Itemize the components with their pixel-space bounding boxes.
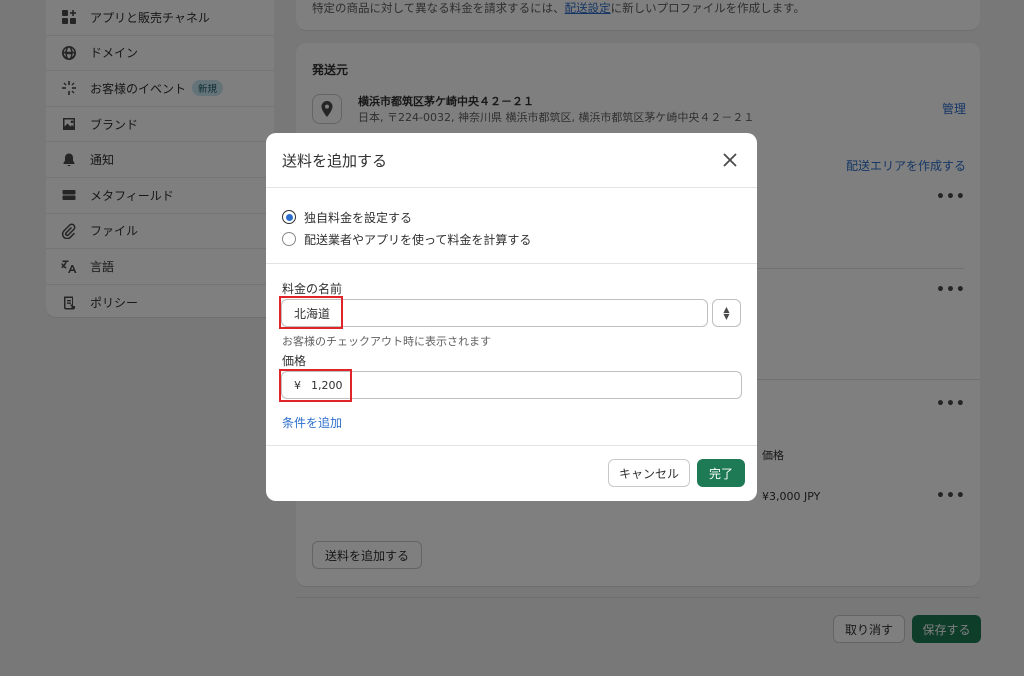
add-condition-link[interactable]: 条件を追加 <box>282 414 342 431</box>
radio-carrier-rate[interactable]: 配送業者やアプリを使って料金を計算する <box>282 228 741 250</box>
rate-name-help-text: お客様のチェックアウト時に表示されます <box>282 335 491 348</box>
radio-custom-rate[interactable]: 独自料金を設定する <box>282 206 741 228</box>
modal-header: 送料を追加する <box>266 133 757 188</box>
done-button[interactable]: 完了 <box>697 459 745 487</box>
close-button[interactable] <box>719 149 741 171</box>
radio-unselected-icon[interactable] <box>282 232 296 246</box>
rate-name-input[interactable]: 北海道 <box>281 299 708 327</box>
radio-selected-icon[interactable] <box>282 210 296 224</box>
modal-footer: キャンセル 完了 <box>266 446 757 500</box>
rate-name-value: 北海道 <box>294 306 331 321</box>
price-label: 価格 <box>282 354 307 368</box>
rate-form: 料金の名前 北海道 ▲ ▼ お客様のチェックアウト時に表示されます 価格 ¥ 1… <box>266 264 757 446</box>
rate-name-select-toggle[interactable]: ▲ ▼ <box>712 299 741 327</box>
add-rate-modal: 送料を追加する 独自料金を設定する 配送業者やアプリを使って料金を計算する 料金… <box>266 133 757 501</box>
rate-name-label: 料金の名前 <box>282 282 343 296</box>
price-input[interactable]: ¥ 1,200 <box>281 371 742 399</box>
radio-label: 独自料金を設定する <box>304 210 413 225</box>
currency-symbol: ¥ <box>294 378 301 392</box>
rate-type-options: 独自料金を設定する 配送業者やアプリを使って料金を計算する <box>266 188 757 264</box>
modal-title: 送料を追加する <box>282 151 388 170</box>
radio-label: 配送業者やアプリを使って料金を計算する <box>304 232 532 247</box>
close-icon <box>723 153 737 167</box>
price-value: 1,200 <box>311 378 343 392</box>
chevron-down-icon: ▼ <box>723 312 730 321</box>
cancel-button[interactable]: キャンセル <box>608 459 690 487</box>
